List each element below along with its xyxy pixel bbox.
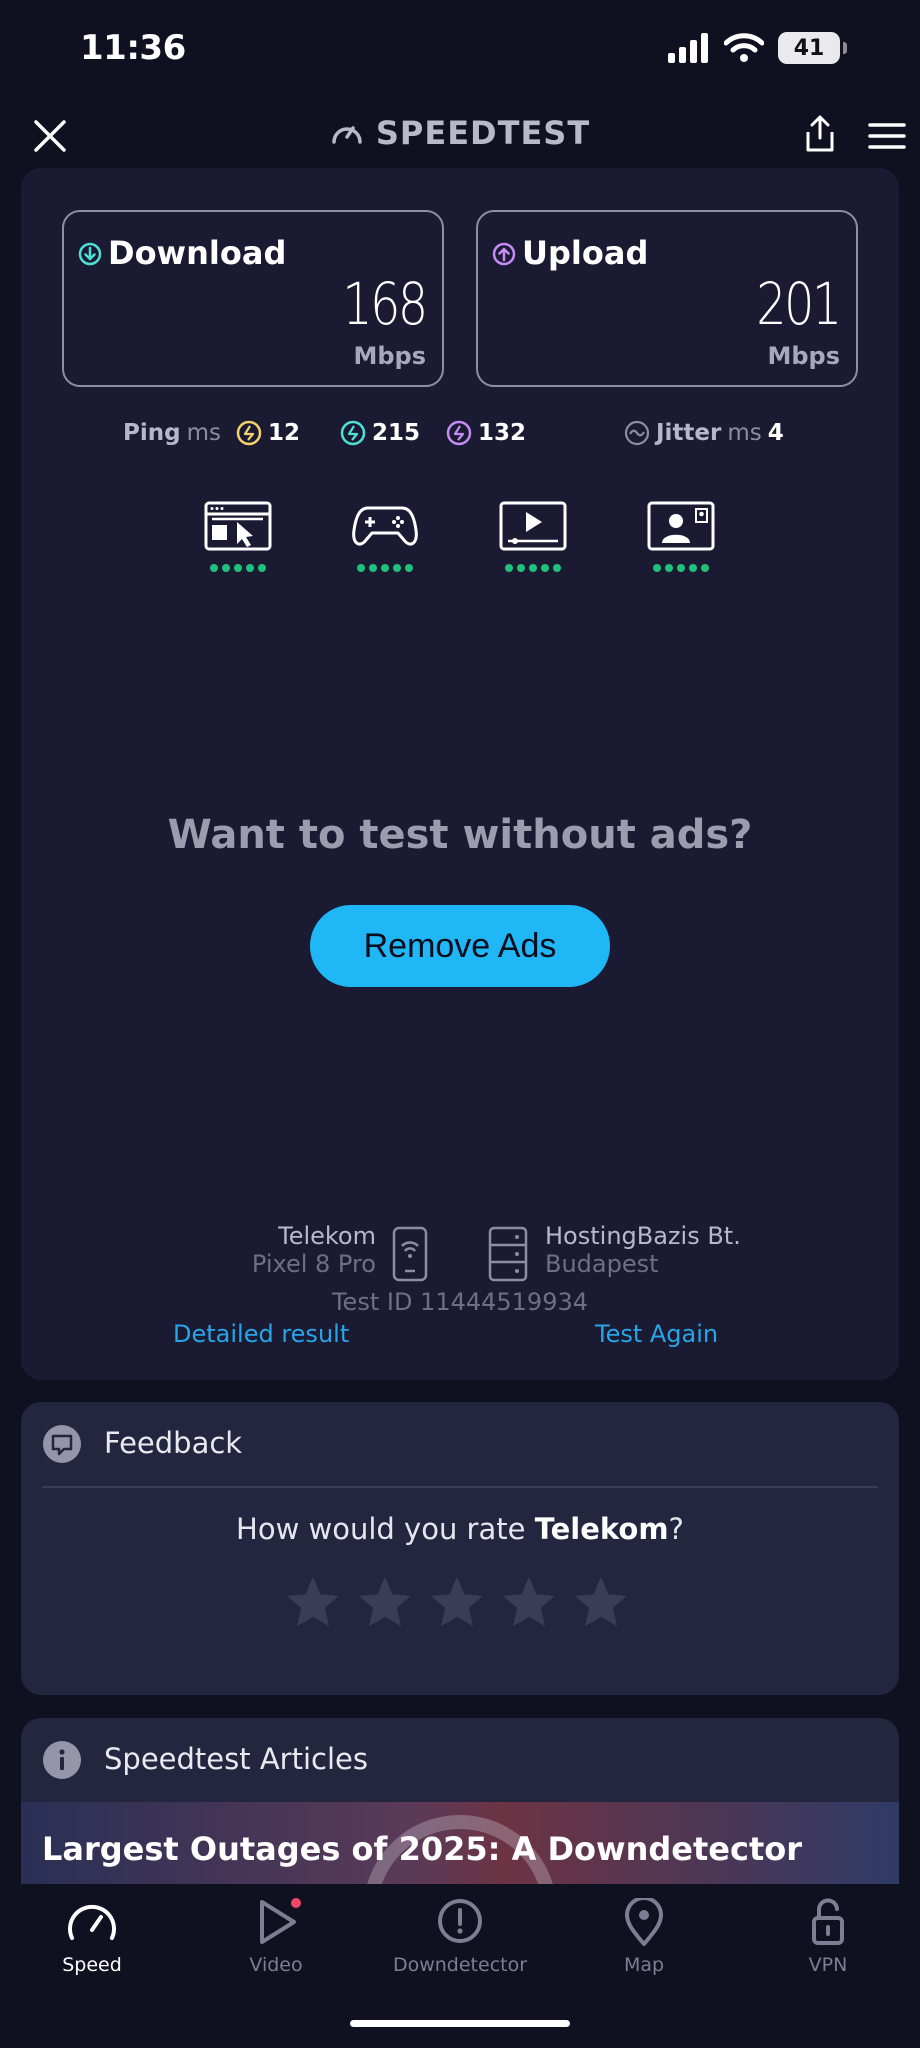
video-call-rating[interactable] [646, 500, 716, 572]
tab-speed[interactable]: Speed [12, 1898, 172, 1976]
rating-question-provider: Telekom [534, 1512, 669, 1546]
wifi-icon [724, 33, 764, 62]
provider-name: Telekom [278, 1222, 376, 1250]
star-icon[interactable] [282, 1572, 344, 1634]
web-browsing-icon [204, 501, 272, 551]
server-icon [488, 1226, 528, 1282]
upload-ping-value: 132 [478, 420, 527, 446]
alert-icon [438, 1899, 482, 1943]
download-arrow-icon [78, 242, 102, 266]
status-time: 11:36 [80, 28, 186, 68]
download-label: Download [108, 234, 287, 272]
star-icon[interactable] [426, 1572, 488, 1634]
idle-ping[interactable]: 12 [236, 420, 300, 446]
jitter-value: 4 [767, 420, 784, 446]
ping-row: Ping ms 12 215 132 Jitter ms 4 [0, 420, 920, 454]
device-name: Pixel 8 Pro [251, 1250, 376, 1278]
server-info: HostingBazis Bt. Budapest [545, 1222, 741, 1278]
remove-ads-button[interactable]: Remove Ads [310, 905, 610, 987]
web-browsing-dots [203, 564, 273, 572]
jitter-unit: ms [727, 420, 762, 446]
upload-label: Upload [522, 234, 649, 272]
speedometer-icon [332, 126, 362, 144]
app-title: SPEEDTEST [375, 114, 591, 152]
articles-title: Speedtest Articles [104, 1742, 368, 1776]
gaming-rating[interactable] [350, 500, 420, 572]
cellular-signal-icon [668, 33, 708, 63]
test-id: Test ID 11444519934 [331, 1288, 589, 1316]
idle-ping-icon [236, 420, 262, 446]
download-unit: Mbps [353, 342, 426, 370]
ad-free-promo-text: Want to test without ads? [167, 812, 753, 858]
jitter-label: Jitter [656, 420, 722, 446]
server-name: HostingBazis Bt. [545, 1222, 741, 1250]
video-streaming-icon [499, 501, 567, 551]
video-streaming-dots [498, 564, 568, 572]
chat-bubble-icon [43, 1425, 81, 1463]
star-icon[interactable] [498, 1572, 560, 1634]
tab-map-label: Map [623, 1954, 665, 1976]
tab-video[interactable]: Video [196, 1898, 356, 1976]
tab-map[interactable]: Map [564, 1898, 724, 1976]
upload-ping-icon [446, 420, 472, 446]
detailed-result-link[interactable]: Detailed result [173, 1320, 349, 1348]
tab-downdetector-label: Downdetector [392, 1954, 528, 1976]
tab-vpn-label: VPN [808, 1954, 848, 1976]
home-indicator[interactable] [350, 2020, 570, 2027]
download-ping-value: 215 [372, 420, 421, 446]
tab-downdetector[interactable]: Downdetector [380, 1898, 540, 1976]
menu-icon[interactable] [868, 122, 906, 150]
info-icon [43, 1741, 81, 1779]
gaming-dots [350, 564, 420, 572]
feedback-title: Feedback [104, 1426, 243, 1460]
jitter-icon [624, 420, 650, 446]
provider-info: Telekom Pixel 8 Pro [252, 1222, 376, 1278]
gaming-icon [352, 506, 418, 546]
video-call-icon [647, 501, 715, 551]
tab-speed-label: Speed [62, 1954, 122, 1976]
download-ping-icon [340, 420, 366, 446]
jitter[interactable]: Jitter ms 4 [624, 420, 784, 446]
lock-icon [812, 1898, 844, 1945]
ping-unit: ms [186, 420, 221, 446]
feedback-divider [42, 1486, 878, 1488]
rating-question-suffix: ? [668, 1512, 684, 1546]
app-brand: SPEEDTEST [0, 114, 920, 152]
rating-question: How would you rate Telekom? [0, 1512, 920, 1546]
star-icon[interactable] [354, 1572, 416, 1634]
star-rating [282, 1572, 632, 1634]
idle-ping-value: 12 [268, 420, 301, 446]
status-icons: 41 [668, 32, 847, 64]
tab-video-label: Video [249, 1954, 303, 1976]
phone-wifi-icon [392, 1226, 428, 1282]
test-again-link[interactable]: Test Again [595, 1320, 718, 1348]
map-pin-icon [625, 1898, 663, 1946]
tab-vpn[interactable]: VPN [748, 1898, 908, 1976]
star-icon[interactable] [570, 1572, 632, 1634]
upload-box[interactable]: Upload 201 Mbps [476, 210, 858, 387]
play-icon [260, 1898, 301, 1944]
share-icon[interactable] [802, 114, 838, 154]
battery-indicator: 41 [778, 32, 847, 64]
ping-label-group: Ping ms [123, 420, 221, 446]
upload-ping[interactable]: 132 [446, 420, 526, 446]
ping-label: Ping [123, 420, 181, 446]
upload-value: 201 [756, 270, 843, 338]
download-value: 168 [342, 270, 429, 338]
download-ping[interactable]: 215 [340, 420, 420, 446]
upload-arrow-icon [492, 242, 516, 266]
article-headline[interactable]: Largest Outages of 2025: A Downdetector [42, 1830, 802, 1868]
download-box[interactable]: Download 168 Mbps [62, 210, 444, 387]
web-browsing-rating[interactable] [203, 500, 273, 572]
speed-gauge-icon [68, 1904, 116, 1940]
upload-unit: Mbps [767, 342, 840, 370]
server-location: Budapest [545, 1250, 659, 1278]
video-call-dots [646, 564, 716, 572]
video-streaming-rating[interactable] [498, 500, 568, 572]
rating-question-prefix: How would you rate [236, 1512, 535, 1546]
